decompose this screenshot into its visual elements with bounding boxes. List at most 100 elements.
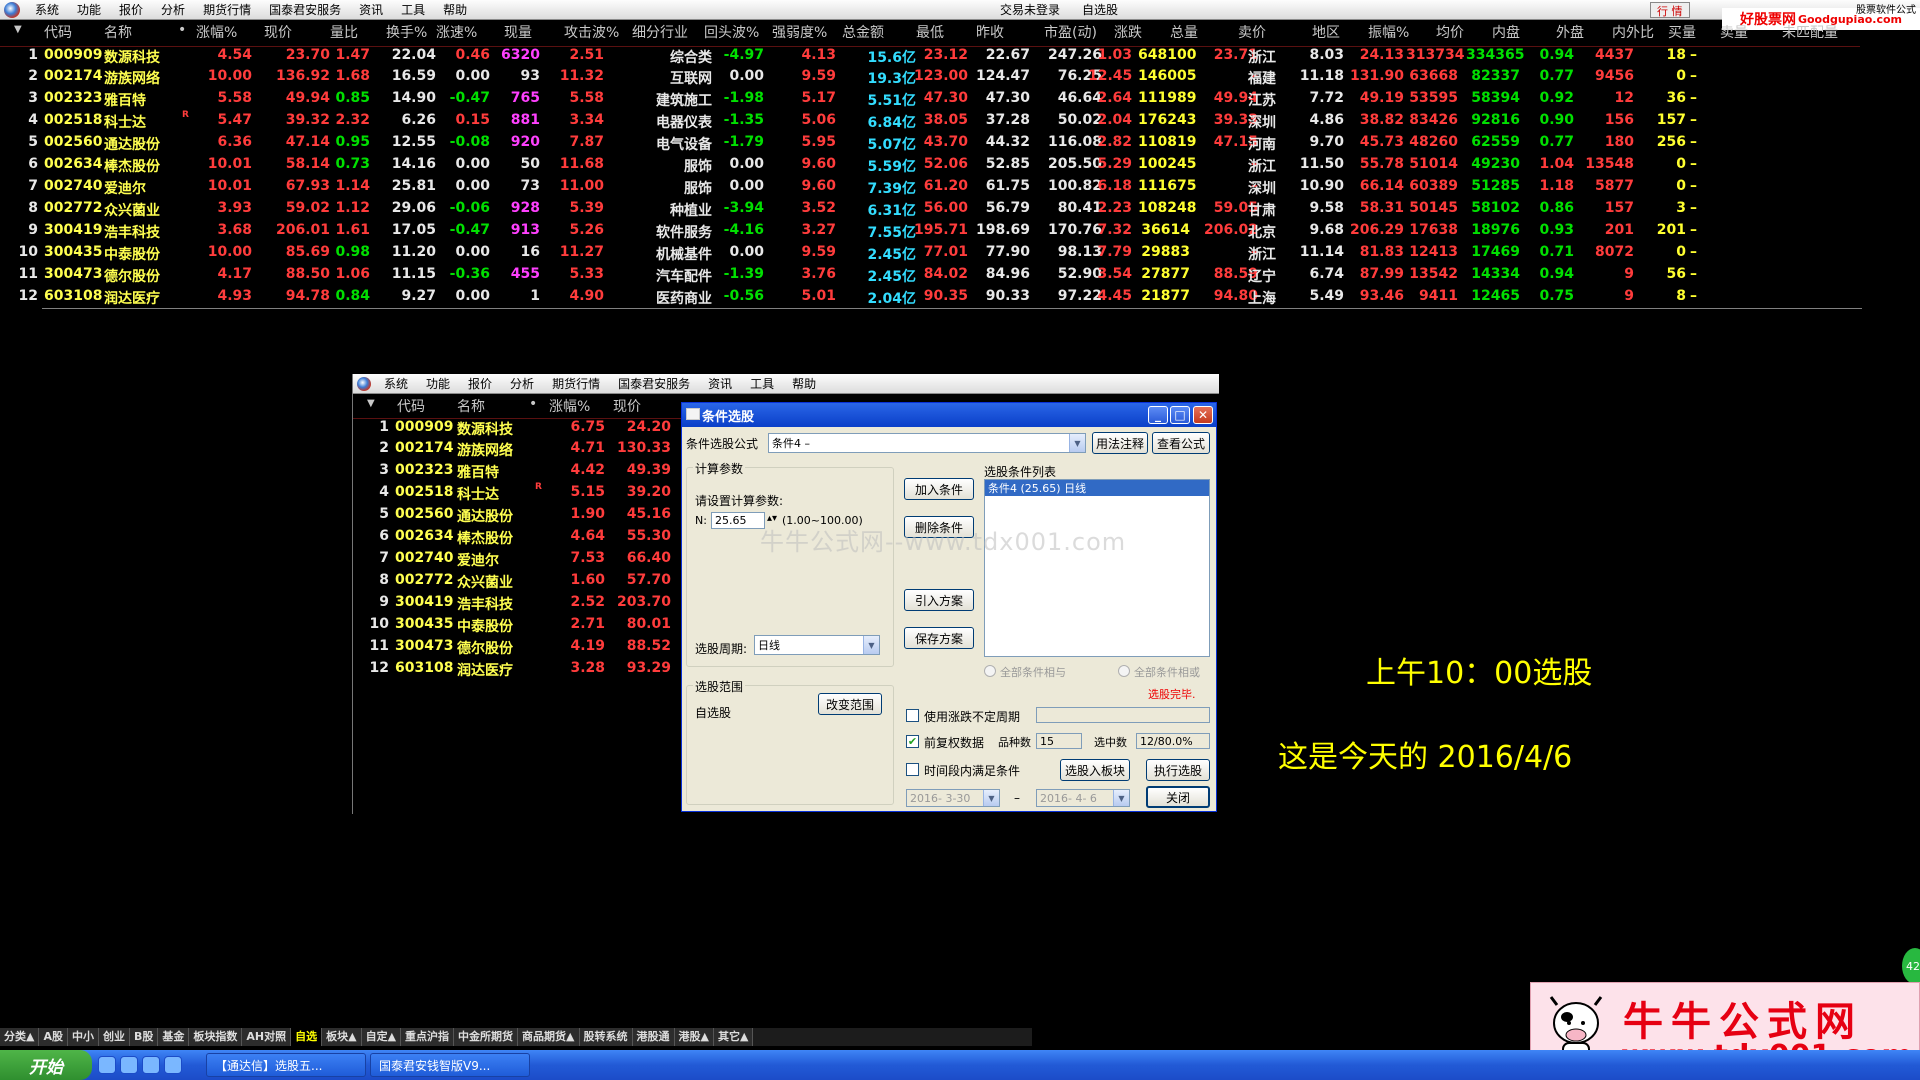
table-row[interactable]: 10 300435 中泰股份 2.71 80.01	[353, 616, 683, 638]
uncertain-period-field[interactable]	[1036, 707, 1210, 723]
table-row[interactable]: 8 002772 众兴菌业 1.60 57.70	[353, 572, 683, 594]
col-header[interactable]: 现量	[504, 22, 532, 42]
menu-help[interactable]: 帮助	[434, 1, 476, 18]
taskbar-item-gtja[interactable]: 国泰君安钱智版V9...	[370, 1053, 530, 1077]
col-header[interactable]: 换手%	[386, 22, 427, 42]
change-range-button[interactable]: 改变范围	[818, 693, 882, 715]
col-header[interactable]: 卖量	[1720, 22, 1748, 42]
close-button[interactable]: 关闭	[1146, 786, 1210, 808]
taskbar-item-tdx[interactable]: 【通达信】选股五...	[206, 1053, 366, 1077]
col-header[interactable]: 内外比	[1612, 22, 1654, 42]
col-header[interactable]: 昨收	[976, 22, 1004, 42]
market-tab[interactable]: 港股▲	[674, 1028, 714, 1046]
col-header[interactable]: 买量	[1668, 22, 1696, 42]
to-block-button[interactable]: 选股入板块	[1060, 759, 1130, 781]
menu-tools[interactable]: 工具	[392, 1, 434, 18]
market-tab[interactable]: 基金	[158, 1028, 190, 1046]
col-header[interactable]: 市盈(动)	[1044, 22, 1097, 42]
market-tab[interactable]: 板块▲	[322, 1028, 362, 1046]
table-row[interactable]: 2 002174 游族网络 4.71 130.33	[353, 440, 683, 462]
col-header[interactable]: 最低	[916, 22, 944, 42]
formula-select[interactable]: 条件4 – ▼	[768, 433, 1086, 453]
date-to-select[interactable]: 2016- 4- 6 ▼	[1036, 789, 1130, 807]
condition-list-item[interactable]: 条件4 (25.65) 日线	[985, 480, 1209, 496]
quick-launch-icon[interactable]	[120, 1056, 138, 1074]
market-tab[interactable]: 其它▲	[713, 1028, 754, 1046]
col-header[interactable]: •	[178, 22, 186, 38]
table-row[interactable]: 11 300473 德尔股份 4.17 88.50 1.06 11.15 -0.36 455 5.…	[0, 266, 1860, 288]
market-tab[interactable]: AH对照	[242, 1028, 292, 1046]
trade-login-status[interactable]: 交易未登录	[1000, 1, 1060, 18]
market-tab[interactable]: A股	[39, 1028, 68, 1046]
table-row[interactable]: 10 300435 中泰股份 10.00 85.69 0.98 11.20 0.00 16 11.…	[0, 244, 1860, 266]
sort-menu-icon[interactable]: ▼	[367, 398, 375, 409]
spin-arrows-icon[interactable]: ▴▾	[767, 513, 777, 524]
menu2-futures[interactable]: 期货行情	[543, 375, 609, 392]
save-plan-button[interactable]: 保存方案	[904, 627, 974, 649]
delete-condition-button[interactable]: 删除条件	[904, 516, 974, 538]
table-row[interactable]: 1 000909 数源科技 6.75 24.20	[353, 418, 683, 440]
col-header[interactable]: 代码	[397, 396, 425, 416]
table-row[interactable]: 5 002560 通达股份 6.36 47.14 0.95 12.55 -0.08 920 7.8…	[0, 134, 1860, 156]
menu2-quote[interactable]: 报价	[459, 375, 501, 392]
period-select[interactable]: 日线 ▼	[754, 635, 880, 655]
menu-info[interactable]: 资讯	[350, 1, 392, 18]
market-tab[interactable]: 中小	[67, 1028, 99, 1046]
col-header[interactable]: 总量	[1170, 22, 1198, 42]
maximize-button[interactable]: □	[1170, 406, 1190, 424]
col-header[interactable]: 细分行业	[632, 22, 688, 42]
table-row[interactable]: 5 002560 通达股份 1.90 45.16	[353, 506, 683, 528]
col-header[interactable]: 攻击波%	[564, 22, 619, 42]
col-header[interactable]: 外盘	[1556, 22, 1584, 42]
menu-quote[interactable]: 报价	[110, 1, 152, 18]
market-tab[interactable]: 商品期货▲	[518, 1028, 580, 1046]
start-button[interactable]: 开始	[0, 1050, 92, 1080]
market-tab[interactable]: B股	[129, 1028, 159, 1046]
add-condition-button[interactable]: 加入条件	[904, 478, 974, 500]
table-row[interactable]: 9 300419 浩丰科技 2.52 203.70	[353, 594, 683, 616]
execute-select-button[interactable]: 执行选股	[1146, 759, 1210, 781]
col-header[interactable]: 现价	[613, 396, 641, 416]
sort-menu-icon[interactable]: ▼	[14, 24, 22, 35]
table-row[interactable]: 2 002174 游族网络 10.00 136.92 1.68 16.59 0.00 93 11.…	[0, 68, 1860, 90]
chevron-down-icon[interactable]: ▼	[863, 636, 879, 654]
menu-gtja-service[interactable]: 国泰君安服务	[260, 1, 350, 18]
market-tab[interactable]: 分类▲	[0, 1028, 40, 1046]
table-row[interactable]: 12 603108 润达医疗 3.28 93.29	[353, 660, 683, 682]
menu-function[interactable]: 功能	[68, 1, 110, 18]
col-header[interactable]: 名称	[104, 22, 132, 42]
col-header[interactable]: 内盘	[1492, 22, 1520, 42]
col-header[interactable]: 名称	[457, 396, 485, 416]
radio-all-and[interactable]	[984, 665, 996, 677]
market-tab[interactable]: 自选	[291, 1028, 323, 1046]
uncertain-period-checkbox[interactable]	[906, 709, 919, 722]
dialog-titlebar[interactable]: 条件选股 _ □ ✕	[682, 403, 1216, 427]
date-from-select[interactable]: 2016- 3-30 ▼	[906, 789, 1000, 807]
table-row[interactable]: 7 002740 爱迪尔 7.53 66.40	[353, 550, 683, 572]
quick-launch-icon[interactable]	[142, 1056, 160, 1074]
col-header[interactable]: 强弱度%	[772, 22, 827, 42]
col-header[interactable]: 涨速%	[436, 22, 477, 42]
menu-analysis[interactable]: 分析	[152, 1, 194, 18]
table-row[interactable]: 8 002772 众兴菌业 3.93 59.02 1.12 29.06 -0.06 928 5.3…	[0, 200, 1860, 222]
market-tab[interactable]: 港股通	[632, 1028, 675, 1046]
chevron-down-icon[interactable]: ▼	[1113, 790, 1129, 806]
table-row[interactable]: 4 002518 科士达 R 5.47 39.32 2.32 6.26 0.15 881 3.34 电…	[0, 110, 1860, 134]
param-n-input[interactable]: 25.65	[711, 512, 765, 529]
chevron-down-icon[interactable]: ▼	[1069, 434, 1085, 452]
menu-system[interactable]: 系统	[26, 1, 68, 18]
menu2-function[interactable]: 功能	[417, 375, 459, 392]
watchlist-status[interactable]: 自选股	[1082, 1, 1118, 18]
restore-data-checkbox[interactable]: ✔	[906, 735, 919, 748]
radio-all-or[interactable]	[1118, 665, 1130, 677]
quote-button[interactable]: 行 情	[1650, 2, 1690, 18]
menu2-analysis[interactable]: 分析	[501, 375, 543, 392]
col-header[interactable]: 振幅%	[1368, 22, 1409, 42]
quick-launch-icon[interactable]	[98, 1056, 116, 1074]
menu-futures[interactable]: 期货行情	[194, 1, 260, 18]
usage-notes-button[interactable]: 用法注释	[1092, 432, 1148, 454]
market-tab[interactable]: 自定▲	[361, 1028, 402, 1046]
table-row[interactable]: 12 603108 润达医疗 4.93 94.78 0.84 9.27 0.00 1 4.90 医药…	[0, 288, 1860, 310]
col-header[interactable]: 回头波%	[704, 22, 759, 42]
table-row[interactable]: 4 002518 科士达 R 5.15 39.20	[353, 482, 683, 506]
